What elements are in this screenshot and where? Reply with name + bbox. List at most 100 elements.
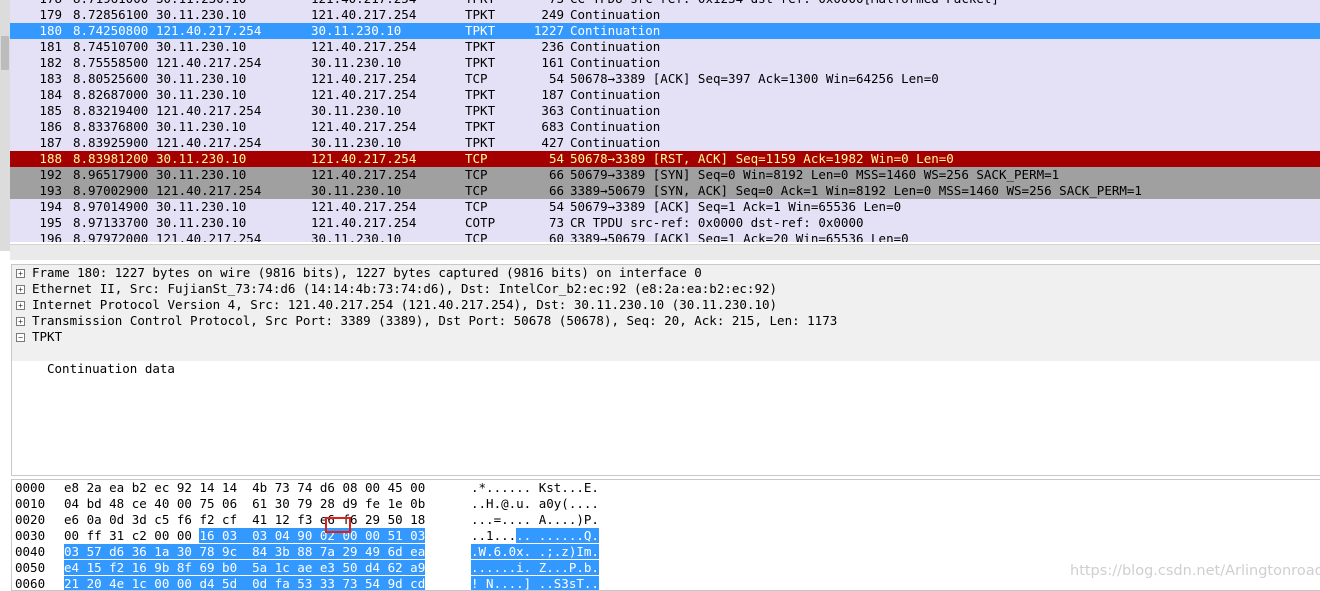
bytes-ascii-plain: ..H.@.u. a0y(.... [471,496,599,511]
packet-src-cell: 30.11.230.10 [156,151,247,166]
packet-row-182[interactable]: 182 8.75558500 121.40.217.254 30.11.230.10 T… [0,55,1320,71]
packet-len-cell: 683 [541,119,564,134]
packet-src-cell: 30.11.230.10 [156,87,247,102]
bytes-ascii[interactable]: .*...... Kst...E. [471,480,599,496]
packet-list-vscroll[interactable] [0,0,10,251]
bytes-hex[interactable]: 00 ff 31 c2 00 00 16 03 03 04 90 02 00 0… [64,528,426,544]
details-tree-item[interactable]: + Frame 180: 1227 bytes on wire (9816 bit… [12,265,1320,281]
packet-dst-cell: 30.11.230.10 [311,231,402,242]
bytes-ascii[interactable]: ......i. Z...P.b. [471,560,599,576]
packet-no-cell: 187 [39,135,62,150]
packet-row-181[interactable]: 181 8.74510700 30.11.230.10 121.40.217.254 T… [0,39,1320,55]
packet-row-195[interactable]: 195 8.97133700 30.11.230.10 121.40.217.254 C… [0,215,1320,231]
packet-dst-cell: 121.40.217.254 [311,167,417,182]
bytes-row[interactable]: 0010 04 bd 48 ce 40 00 75 06 61 30 79 28 … [12,496,1320,512]
packet-src-cell: 30.11.230.10 [156,71,247,86]
expand-icon[interactable]: + [16,285,25,294]
packet-proto-cell: TCP [465,71,488,86]
packet-proto-cell: TCP [465,151,488,166]
packet-proto-cell: TPKT [465,39,496,54]
packet-row-184[interactable]: 184 8.82687000 30.11.230.10 121.40.217.254 T… [0,87,1320,103]
details-item-continuation-data[interactable]: Continuation data [12,345,1320,376]
packet-list-hscroll[interactable] [10,244,1320,260]
details-tree-item[interactable]: + Internet Protocol Version 4, Src: 121.4… [12,297,1320,313]
bytes-ascii[interactable]: ..1..... ......Q. [471,528,599,544]
packet-row-196[interactable]: 196 8.97972000 121.40.217.254 30.11.230.10 T… [0,231,1320,242]
bytes-ascii[interactable]: ..H.@.u. a0y(.... [471,496,599,512]
packet-row-183[interactable]: 183 8.80525600 30.11.230.10 121.40.217.254 T… [0,71,1320,87]
packet-row-186[interactable]: 186 8.83376800 30.11.230.10 121.40.217.254 T… [0,119,1320,135]
details-tree-item[interactable]: + Ethernet II, Src: FujianSt_73:74:d6 (14… [12,281,1320,297]
bytes-ascii[interactable]: .W.6.0x. .;.z)Im. [471,544,599,560]
bytes-hex[interactable]: e6 0a 0d 3d c5 f6 f2 cf 41 12 f3 e6 f6 2… [64,512,425,528]
bytes-row[interactable]: 0030 00 ff 31 c2 00 00 16 03 03 04 90 02 … [12,528,1320,544]
packet-src-cell: 30.11.230.10 [156,199,247,214]
expand-icon[interactable]: + [16,317,25,326]
packet-time-cell: 8.71961000 [73,0,148,7]
packet-time-cell: 8.83376800 [73,119,149,134]
bytes-hex[interactable]: e8 2a ea b2 ec 92 14 14 4b 73 74 d6 08 0… [64,480,425,496]
watermark-text: https://blog.csdn.net/Arlingtonroad [1070,563,1320,579]
packet-src-cell: 121.40.217.254 [156,183,262,198]
scroll-thumb[interactable] [1,36,9,70]
packet-time-cell: 8.96517900 [73,167,149,182]
packet-src-cell: 30.11.230.10 [156,0,246,7]
expand-icon[interactable]: + [16,301,25,310]
packet-no-cell: 192 [39,167,62,182]
bytes-offset: 0000 [15,480,46,495]
packet-row-194[interactable]: 194 8.97014900 30.11.230.10 121.40.217.254 T… [0,199,1320,215]
packet-row-192[interactable]: 192 8.96517900 30.11.230.10 121.40.217.254 T… [0,167,1320,183]
packet-dst-cell: 30.11.230.10 [311,55,402,70]
bytes-row[interactable]: 0000 e8 2a ea b2 ec 92 14 14 4b 73 74 d6 … [12,480,1320,496]
packet-list[interactable]: 1788.7196100030.11.230.10121.40.217.254T… [0,0,1320,242]
packet-src-cell: 121.40.217.254 [156,23,262,38]
collapse-icon[interactable]: − [16,333,25,342]
packet-time-cell: 8.74510700 [73,39,149,54]
packet-row-188[interactable]: 188 8.83981200 30.11.230.10 121.40.217.254 T… [0,151,1320,167]
packet-info-cell: CR TPDU src-ref: 0x0000 dst-ref: 0x0000 [570,215,864,230]
packet-dst-cell: 30.11.230.10 [311,103,402,118]
details-tree-item[interactable]: − TPKT [12,329,1320,345]
packet-len-cell: 187 [541,87,564,102]
packet-info-cell: Continuation [570,23,661,38]
packet-dst-cell: 121.40.217.254 [311,87,417,102]
packet-proto-cell: TCP [465,231,488,242]
packet-no-cell: 186 [39,119,62,134]
packet-proto-cell: TCP [465,199,488,214]
packet-len-cell: 427 [541,135,564,150]
bytes-offset: 0050 [15,560,46,575]
details-tree-item[interactable]: + Transmission Control Protocol, Src Port… [12,313,1320,329]
packet-no-cell: 188 [39,151,62,166]
packet-time-cell: 8.83925900 [73,135,149,150]
packet-row-187[interactable]: 187 8.83925900 121.40.217.254 30.11.230.10 T… [0,135,1320,151]
bytes-ascii[interactable]: ...=.... A....)P. [471,512,599,528]
packet-dst-cell: 121.40.217.254 [311,119,417,134]
details-item-label: Ethernet II, Src: FujianSt_73:74:d6 (14:… [32,281,778,296]
expand-icon[interactable]: + [16,269,25,278]
bytes-row[interactable]: 0040 03 57 d6 36 1a 30 78 9c 84 3b 88 7a … [12,544,1320,560]
packet-time-cell: 8.97133700 [73,215,149,230]
packet-src-cell: 30.11.230.10 [156,39,247,54]
bytes-ascii-selected: .. ......Q. [516,528,599,543]
packet-info-cell: Continuation [570,119,661,134]
bytes-row[interactable]: 0020 e6 0a 0d 3d c5 f6 f2 cf 41 12 f3 e6 … [12,512,1320,528]
packet-proto-cell: TPKT [465,23,496,38]
packet-row-180[interactable]: 180 8.74250800 121.40.217.254 30.11.230.10 T… [0,23,1320,39]
packet-proto-cell: TCP [465,183,488,198]
packet-row-185[interactable]: 185 8.83219400 121.40.217.254 30.11.230.10 T… [0,103,1320,119]
packet-row-178[interactable]: 178 8.71961000 30.11.230.10 121.40.217.254 T… [0,0,1320,7]
packet-len-cell: 236 [541,39,564,54]
packet-len-cell: 66 [548,183,564,198]
packet-no-cell: 180 [39,23,62,38]
packet-no-cell: 194 [39,199,62,214]
packet-row-193[interactable]: 193 8.97002900 121.40.217.254 30.11.230.10 T… [0,183,1320,199]
bytes-hex[interactable]: 04 bd 48 ce 40 00 75 06 61 30 79 28 d9 f… [64,496,425,512]
bytes-hex[interactable]: e4 15 f2 16 9b 8f 69 b0 5a 1c ae e3 50 d… [64,560,426,576]
packet-row-179[interactable]: 179 8.72856100 30.11.230.10 121.40.217.254 T… [0,7,1320,23]
packet-info-cell: Continuation [570,87,661,102]
bytes-hex[interactable]: 03 57 d6 36 1a 30 78 9c 84 3b 88 7a 29 4… [64,544,426,560]
packet-proto-cell: TPKT [465,87,496,102]
packet-src-cell: 30.11.230.10 [156,7,247,22]
packet-dst-cell: 121.40.217.254 [311,199,417,214]
packet-details-pane[interactable]: + Frame 180: 1227 bytes on wire (9816 bit… [11,264,1320,476]
